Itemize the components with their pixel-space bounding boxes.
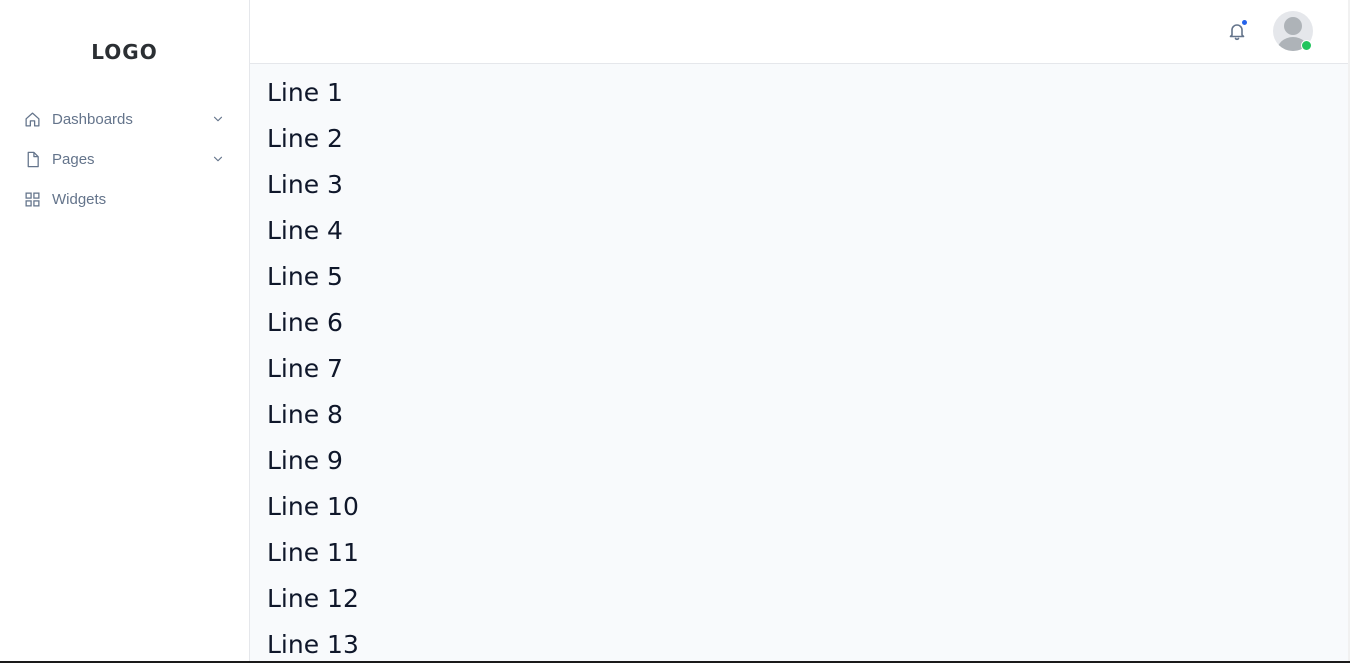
sidebar-item-dashboards[interactable]: Dashboards — [0, 99, 249, 139]
content-line: Line 1 — [267, 78, 343, 107]
file-icon — [24, 151, 41, 168]
home-icon — [24, 111, 41, 128]
content-line: Line 8 — [267, 400, 343, 429]
sidebar-item-label: Dashboards — [52, 110, 133, 128]
content-line: Line 12 — [267, 584, 359, 613]
content-line: Line 13 — [267, 630, 359, 659]
content-lines: Line 1 Line 2 Line 3 Line 4 Line 5 Line … — [267, 76, 359, 661]
main-content: Line 1 Line 2 Line 3 Line 4 Line 5 Line … — [250, 64, 1348, 661]
notifications-button[interactable] — [1225, 19, 1249, 43]
content-line: Line 5 — [267, 262, 343, 291]
content-line: Line 3 — [267, 170, 343, 199]
content-line: Line 4 — [267, 216, 343, 245]
top-bar — [250, 0, 1350, 64]
sidebar-item-widgets[interactable]: Widgets — [0, 179, 249, 219]
notification-dot — [1242, 20, 1247, 25]
content-line: Line 6 — [267, 308, 343, 337]
content-line: Line 7 — [267, 354, 343, 383]
content-line: Line 11 — [267, 538, 359, 567]
content-line: Line 10 — [267, 492, 359, 521]
user-icon — [1284, 17, 1302, 35]
sidebar-nav: Dashboards Pages Widgets — [0, 99, 249, 219]
sidebar-item-label: Pages — [52, 150, 95, 168]
sidebar-item-pages[interactable]: Pages — [0, 139, 249, 179]
chevron-down-icon[interactable] — [211, 112, 225, 126]
grid-icon — [24, 191, 41, 208]
sidebar-item-label: Widgets — [52, 190, 107, 208]
online-status-dot — [1301, 40, 1312, 51]
chevron-down-icon[interactable] — [211, 152, 225, 166]
bell-icon — [1225, 24, 1249, 47]
sidebar: LOGO Dashboards Pages Widgets — [0, 0, 250, 663]
app-window: LOGO Dashboards Pages Widgets Line 1 Lin… — [0, 0, 1350, 663]
logo: LOGO — [91, 40, 158, 64]
content-line: Line 9 — [267, 446, 343, 475]
content-line: Line 2 — [267, 124, 343, 153]
